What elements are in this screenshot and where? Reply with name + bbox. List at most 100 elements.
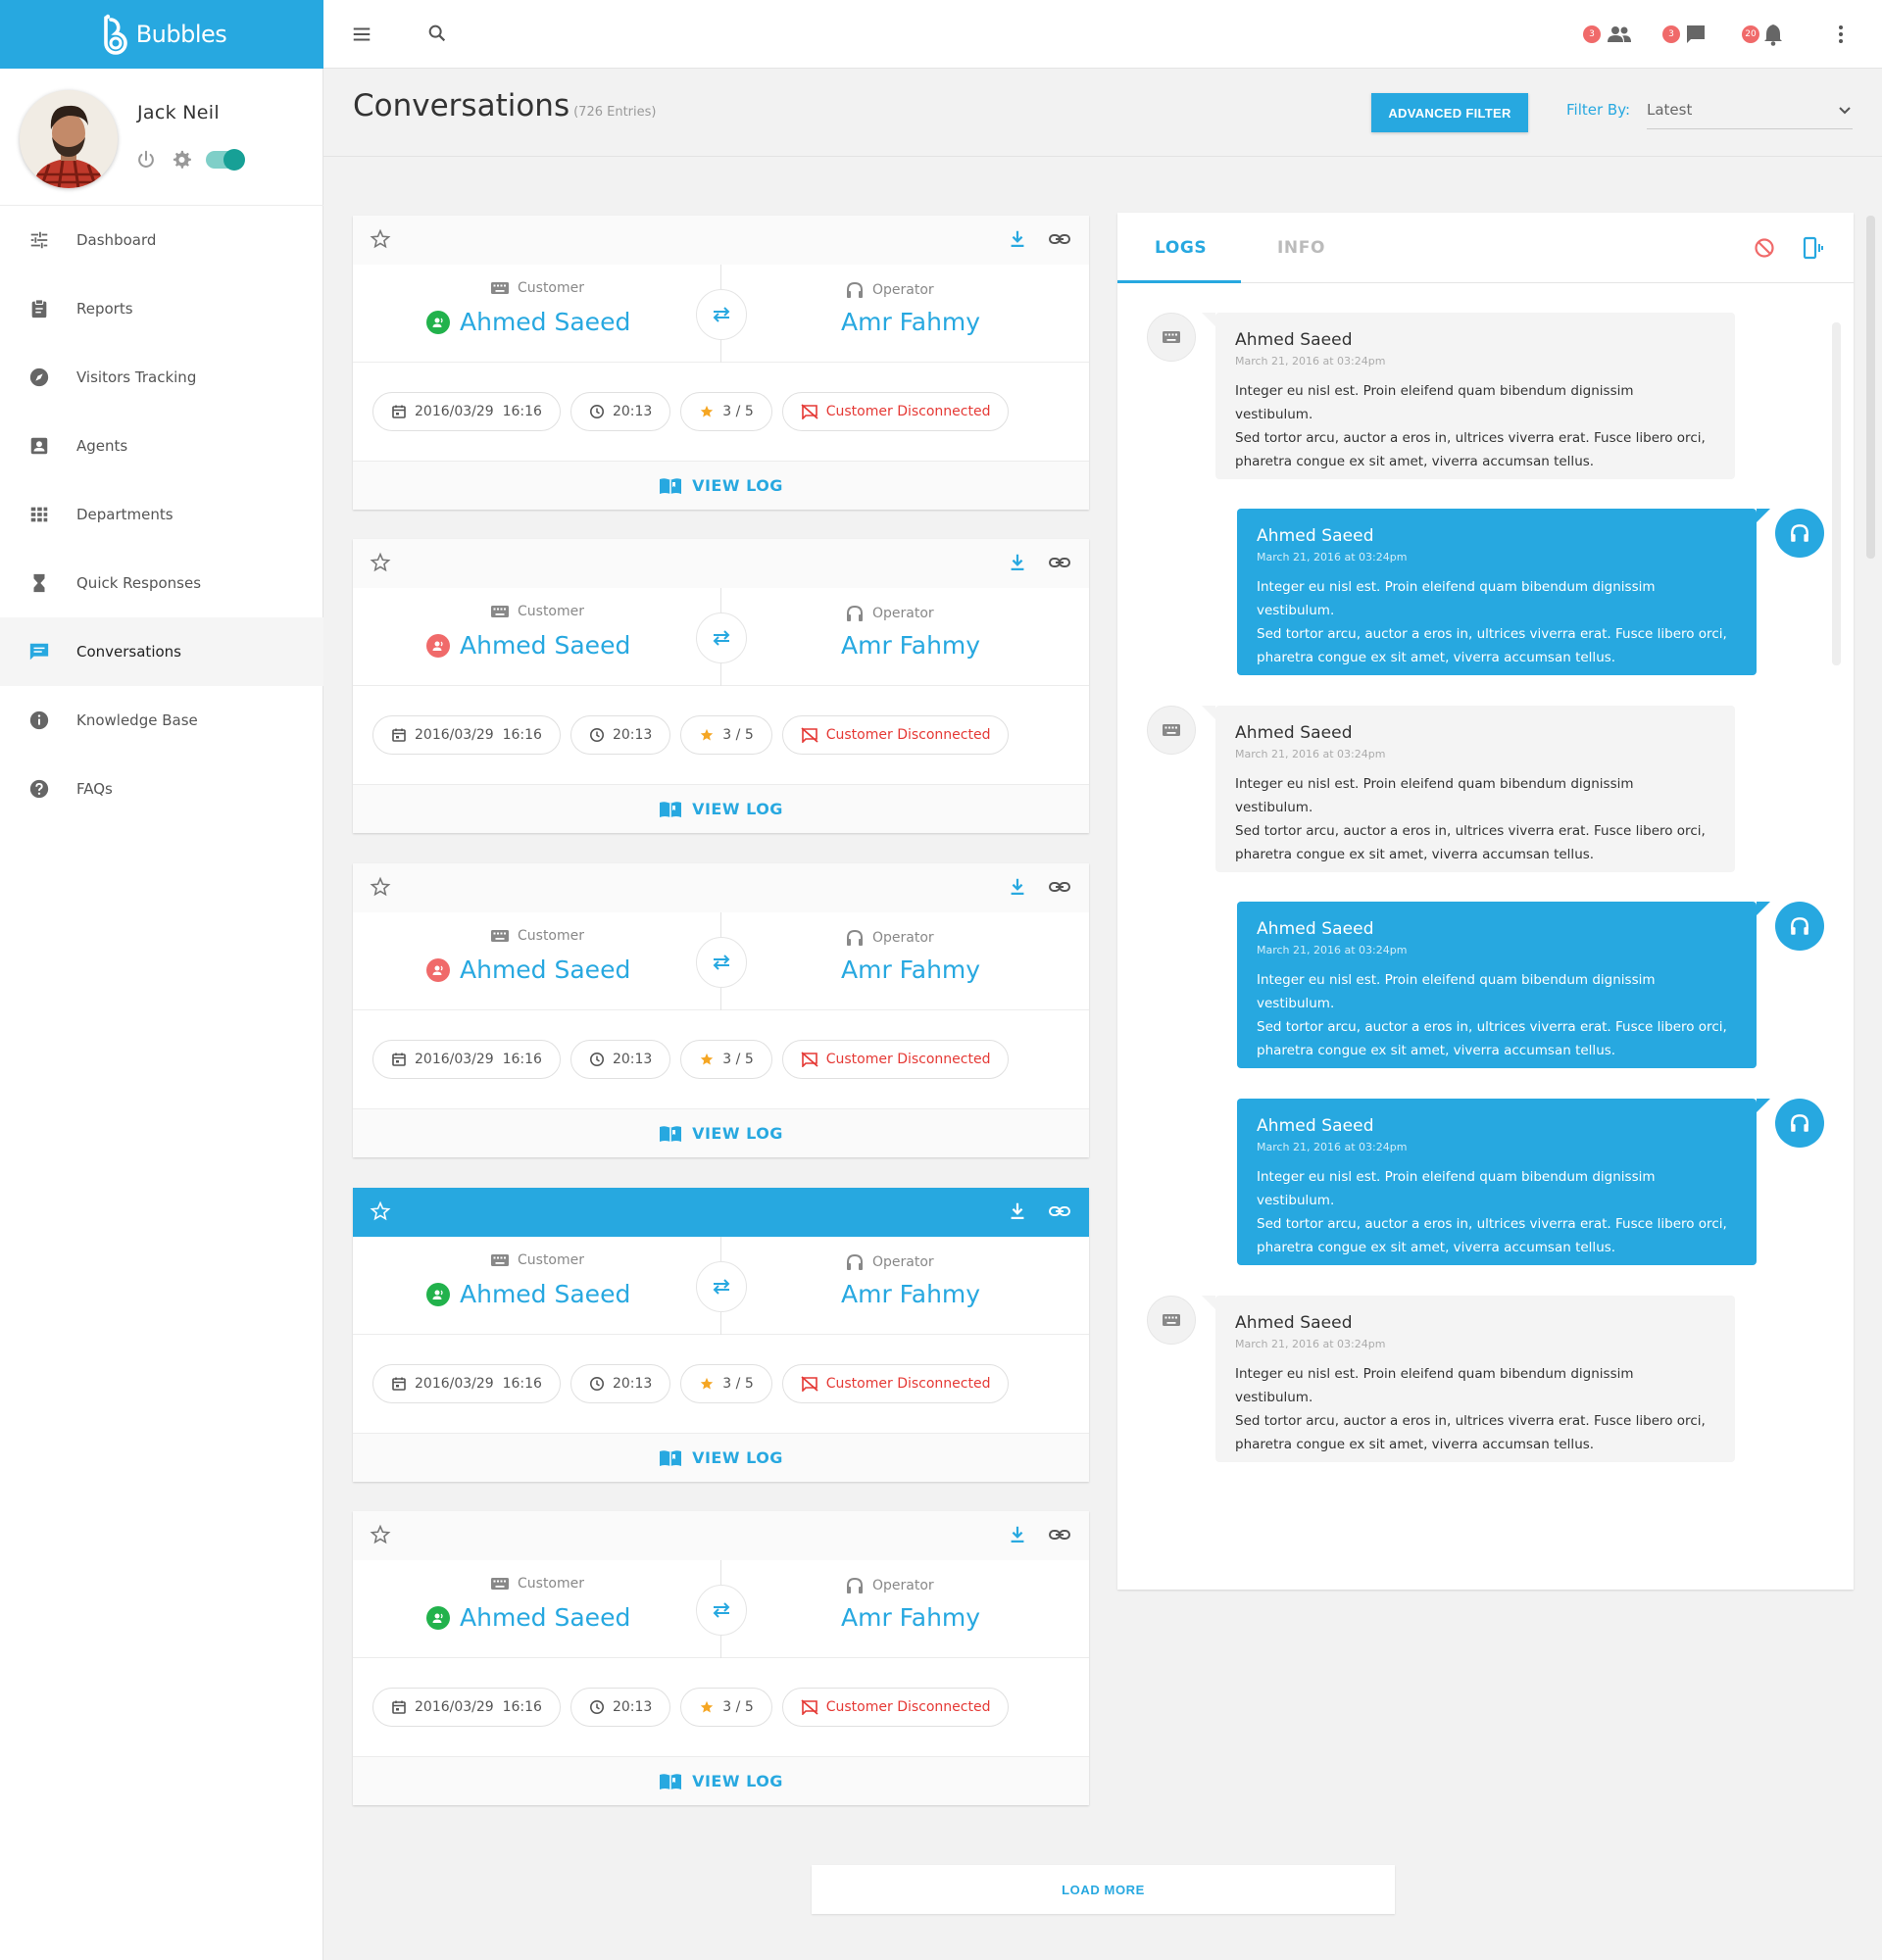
tab-logs[interactable]: LOGS xyxy=(1155,238,1207,258)
operator-name[interactable]: Amr Fahmy xyxy=(841,1280,980,1308)
star-icon[interactable] xyxy=(370,552,391,573)
view-log-button[interactable]: VIEW LOG xyxy=(353,1756,1089,1805)
sidebar-item-reports[interactable]: Reports xyxy=(0,274,323,343)
brand-logo[interactable]: Bubbles xyxy=(0,0,323,69)
customer-name[interactable]: Ahmed Saeed xyxy=(460,308,630,336)
message-line: Sed tortor arcu, auctor a eros in, ultri… xyxy=(1235,430,1706,446)
headset-avatar-icon xyxy=(1775,509,1824,558)
operator-name[interactable]: Amr Fahmy xyxy=(841,956,980,984)
sidebar: Bubbles Jack Neil Dashboard Reports Visito… xyxy=(0,0,323,1960)
page-header: Conversations (726 Entries) ADVANCED FILT… xyxy=(323,69,1882,157)
conversation-status: Customer Disconnected xyxy=(825,727,991,743)
customer-name-group: Ahmed Saeed xyxy=(426,631,630,660)
message-line: Sed tortor arcu, auctor a eros in, ultri… xyxy=(1235,823,1706,839)
card-participants: Customer Ahmed Saeed Operator Amr Fahmy xyxy=(353,588,1089,686)
phone-vibrate-icon[interactable] xyxy=(1801,236,1826,260)
conversation-card[interactable]: Customer Ahmed Saeed Operator Amr Fahmy 2016… xyxy=(353,216,1089,510)
link-icon[interactable] xyxy=(1048,228,1071,250)
download-icon[interactable] xyxy=(1007,1200,1028,1222)
message-line: pharetra congue ex sit amet, viverra acc… xyxy=(1257,650,1616,665)
operator-name-group: Amr Fahmy xyxy=(841,631,980,660)
conversation-card[interactable]: Customer Ahmed Saeed Operator Amr Fahmy 2016… xyxy=(353,1188,1089,1482)
conversation-card[interactable]: Customer Ahmed Saeed Operator Amr Fahmy 2016… xyxy=(353,863,1089,1157)
tab-info[interactable]: INFO xyxy=(1277,238,1325,258)
avatar[interactable] xyxy=(20,90,118,188)
conversation-card[interactable]: Customer Ahmed Saeed Operator Amr Fahmy 2016… xyxy=(353,539,1089,833)
star-icon[interactable] xyxy=(370,1200,391,1222)
compass-icon xyxy=(27,366,51,389)
message-date: March 21, 2016 at 03:24pm xyxy=(1257,1141,1408,1153)
card-participants: Customer Ahmed Saeed Operator Amr Fahmy xyxy=(353,1560,1089,1658)
sidebar-item-dashboard[interactable]: Dashboard xyxy=(0,206,323,274)
entries-count: (726 Entries) xyxy=(573,105,657,120)
sidebar-item-quick-responses[interactable]: Quick Responses xyxy=(0,549,323,617)
bell-icon[interactable] xyxy=(1762,23,1784,46)
link-icon[interactable] xyxy=(1048,552,1071,573)
operator-name[interactable]: Amr Fahmy xyxy=(841,308,980,336)
card-header xyxy=(353,216,1089,265)
conversation-duration: 20:13 xyxy=(612,727,653,743)
sidebar-item-conversations[interactable]: Conversations xyxy=(0,617,323,686)
hamburger-menu-icon[interactable] xyxy=(351,24,372,45)
download-icon[interactable] xyxy=(1007,552,1028,573)
star-icon[interactable] xyxy=(370,876,391,898)
search-icon[interactable] xyxy=(426,23,448,44)
headset-icon xyxy=(845,1576,865,1595)
users-icon[interactable] xyxy=(1606,23,1633,46)
availability-toggle[interactable] xyxy=(206,149,245,171)
view-log-button[interactable]: VIEW LOG xyxy=(353,1108,1089,1157)
message-date: March 21, 2016 at 03:24pm xyxy=(1257,944,1408,956)
transfer-icon[interactable] xyxy=(696,289,747,340)
block-icon[interactable] xyxy=(1753,236,1776,260)
sidebar-item-faqs[interactable]: FAQs xyxy=(0,755,323,823)
operator-name[interactable]: Amr Fahmy xyxy=(841,631,980,660)
link-icon[interactable] xyxy=(1048,876,1071,898)
transfer-icon[interactable] xyxy=(696,1261,747,1312)
customer-name[interactable]: Ahmed Saeed xyxy=(460,1280,630,1308)
message-text: Integer eu nisl est. Proin eleifend quam… xyxy=(1235,379,1715,473)
advanced-filter-button[interactable]: ADVANCED FILTER xyxy=(1371,93,1528,132)
link-icon[interactable] xyxy=(1048,1524,1071,1545)
download-icon[interactable] xyxy=(1007,876,1028,898)
transfer-icon[interactable] xyxy=(696,937,747,988)
clock-icon xyxy=(589,727,605,743)
operator-name[interactable]: Amr Fahmy xyxy=(841,1603,980,1632)
transfer-icon[interactable] xyxy=(696,612,747,663)
star-icon[interactable] xyxy=(370,228,391,250)
customer-name[interactable]: Ahmed Saeed xyxy=(460,1603,630,1632)
operator-label-group: Operator xyxy=(845,280,934,300)
customer-label: Customer xyxy=(518,1252,585,1268)
gear-icon[interactable] xyxy=(171,149,192,171)
filter-select[interactable]: Latest xyxy=(1647,92,1853,129)
more-vertical-icon[interactable] xyxy=(1837,24,1845,45)
download-icon[interactable] xyxy=(1007,228,1028,250)
sidebar-item-visitors-tracking[interactable]: Visitors Tracking xyxy=(0,343,323,412)
star-icon[interactable] xyxy=(370,1524,391,1545)
conversation-card[interactable]: Customer Ahmed Saeed Operator Amr Fahmy 2016… xyxy=(353,1511,1089,1805)
view-log-button[interactable]: VIEW LOG xyxy=(353,461,1089,510)
chevron-down-icon xyxy=(1837,102,1853,118)
view-log-button[interactable]: VIEW LOG xyxy=(353,784,1089,833)
operator-label: Operator xyxy=(872,282,934,298)
star-filled-icon xyxy=(699,727,715,743)
view-log-button[interactable]: VIEW LOG xyxy=(353,1433,1089,1482)
download-icon[interactable] xyxy=(1007,1524,1028,1545)
sidebar-item-agents[interactable]: Agents xyxy=(0,412,323,480)
message-icon[interactable] xyxy=(1684,23,1708,46)
transfer-icon[interactable] xyxy=(696,1585,747,1636)
sidebar-item-knowledge-base[interactable]: Knowledge Base xyxy=(0,686,323,755)
filter-selected-value: Latest xyxy=(1647,101,1693,119)
link-icon[interactable] xyxy=(1048,1200,1071,1222)
sidebar-item-departments[interactable]: Departments xyxy=(0,480,323,549)
calendar-icon xyxy=(391,1376,407,1392)
customer-name[interactable]: Ahmed Saeed xyxy=(460,631,630,660)
page-scrollbar[interactable] xyxy=(1866,216,1875,559)
customer-name[interactable]: Ahmed Saeed xyxy=(460,956,630,984)
chat-icon xyxy=(27,640,51,663)
load-more-button[interactable]: LOAD MORE xyxy=(812,1865,1395,1914)
keyboard-avatar-icon xyxy=(1147,1296,1196,1345)
conversation-status: Customer Disconnected xyxy=(825,1052,991,1067)
logs-scrollbar[interactable] xyxy=(1832,322,1841,665)
conversation-rating: 3 / 5 xyxy=(722,1052,754,1067)
power-icon[interactable] xyxy=(135,149,157,171)
